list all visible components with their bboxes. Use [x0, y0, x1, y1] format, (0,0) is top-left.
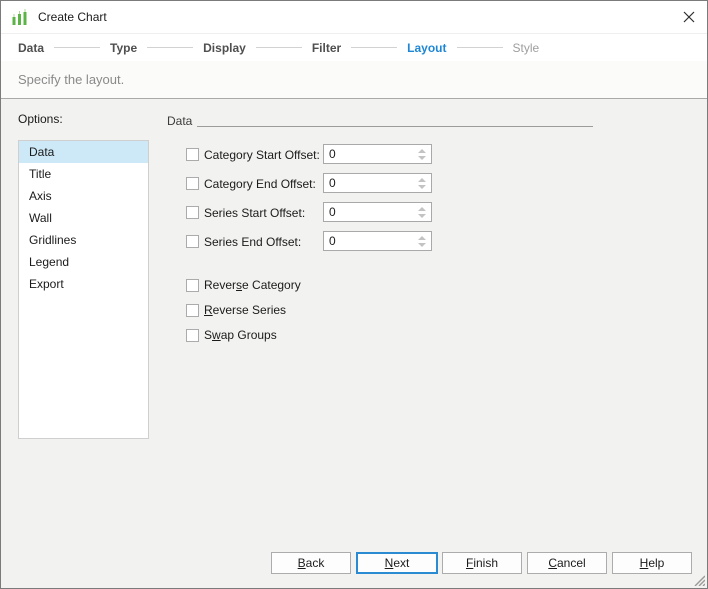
- reverse-category-checkbox[interactable]: [186, 279, 199, 292]
- candlestick-chart-icon: [11, 8, 29, 26]
- category-start-offset-spinner: [323, 144, 432, 164]
- spin-down-icon[interactable]: [418, 214, 426, 218]
- reverse-series-checkbox[interactable]: [186, 304, 199, 317]
- group-divider: [197, 126, 593, 127]
- spin-up-icon[interactable]: [418, 178, 426, 182]
- step-filter[interactable]: Filter: [312, 41, 341, 55]
- step-connector: [457, 47, 503, 48]
- category-end-offset-checkbox[interactable]: [186, 177, 199, 190]
- wizard-subtitle: Specify the layout.: [18, 72, 124, 87]
- reverse-category-label[interactable]: Reverse Category: [204, 278, 301, 292]
- window-title: Create Chart: [38, 10, 107, 24]
- finish-button[interactable]: Finish: [442, 552, 522, 574]
- category-start-offset-input[interactable]: [324, 145, 413, 163]
- option-item-data[interactable]: Data: [19, 141, 148, 163]
- option-item-gridlines[interactable]: Gridlines: [19, 229, 148, 251]
- series-start-offset-input[interactable]: [324, 203, 413, 221]
- options-list: Data Title Axis Wall Gridlines Legend Ex…: [18, 140, 149, 439]
- step-connector: [147, 47, 193, 48]
- spinner-buttons: [415, 204, 429, 220]
- resize-grip-icon[interactable]: [692, 573, 705, 586]
- option-item-wall[interactable]: Wall: [19, 207, 148, 229]
- spin-down-icon[interactable]: [418, 185, 426, 189]
- options-label: Options:: [18, 112, 63, 126]
- wizard-stepper: Data Type Display Filter Layout Style: [18, 34, 539, 61]
- option-item-axis[interactable]: Axis: [19, 185, 148, 207]
- group-title: Data: [167, 114, 192, 128]
- category-start-offset-row: Category Start Offset:: [186, 144, 432, 164]
- category-start-offset-label[interactable]: Category Start Offset:: [204, 148, 320, 162]
- option-item-title[interactable]: Title: [19, 163, 148, 185]
- category-end-offset-input[interactable]: [324, 174, 413, 192]
- spin-down-icon[interactable]: [418, 156, 426, 160]
- series-end-offset-input[interactable]: [324, 232, 413, 250]
- cancel-button[interactable]: Cancel: [527, 552, 607, 574]
- series-start-offset-spinner: [323, 202, 432, 222]
- close-button[interactable]: [679, 7, 699, 27]
- reverse-series-row: Reverse Series: [186, 303, 286, 317]
- spinner-buttons: [415, 233, 429, 249]
- reverse-category-row: Reverse Category: [186, 278, 301, 292]
- subtitle-band: Specify the layout.: [1, 61, 707, 99]
- series-start-offset-row: Series Start Offset:: [186, 202, 432, 222]
- category-end-offset-spinner: [323, 173, 432, 193]
- spin-up-icon[interactable]: [418, 207, 426, 211]
- reverse-series-label[interactable]: Reverse Series: [204, 303, 286, 317]
- step-data[interactable]: Data: [18, 41, 44, 55]
- swap-groups-label[interactable]: Swap Groups: [204, 328, 277, 342]
- series-end-offset-label[interactable]: Series End Offset:: [204, 235, 301, 249]
- step-layout[interactable]: Layout: [407, 41, 446, 55]
- step-connector: [351, 47, 397, 48]
- back-button[interactable]: Back: [271, 552, 351, 574]
- category-end-offset-row: Category End Offset:: [186, 173, 432, 193]
- step-display[interactable]: Display: [203, 41, 246, 55]
- next-button[interactable]: Next: [356, 552, 438, 574]
- spin-up-icon[interactable]: [418, 149, 426, 153]
- spinner-buttons: [415, 146, 429, 162]
- step-type[interactable]: Type: [110, 41, 137, 55]
- swap-groups-checkbox[interactable]: [186, 329, 199, 342]
- series-start-offset-label[interactable]: Series Start Offset:: [204, 206, 305, 220]
- series-end-offset-spinner: [323, 231, 432, 251]
- help-button[interactable]: Help: [612, 552, 692, 574]
- category-end-offset-label[interactable]: Category End Offset:: [204, 177, 316, 191]
- step-connector: [256, 47, 302, 48]
- option-item-legend[interactable]: Legend: [19, 251, 148, 273]
- create-chart-dialog: Create Chart Data Type Display Filter La…: [0, 0, 708, 589]
- category-start-offset-checkbox[interactable]: [186, 148, 199, 161]
- spin-up-icon[interactable]: [418, 236, 426, 240]
- series-end-offset-checkbox[interactable]: [186, 235, 199, 248]
- option-item-export[interactable]: Export: [19, 273, 148, 295]
- series-end-offset-row: Series End Offset:: [186, 231, 432, 251]
- step-style[interactable]: Style: [513, 41, 540, 55]
- title-bar: Create Chart: [1, 1, 707, 34]
- step-connector: [54, 47, 100, 48]
- swap-groups-row: Swap Groups: [186, 328, 277, 342]
- spin-down-icon[interactable]: [418, 243, 426, 247]
- series-start-offset-checkbox[interactable]: [186, 206, 199, 219]
- close-icon: [683, 11, 695, 23]
- spinner-buttons: [415, 175, 429, 191]
